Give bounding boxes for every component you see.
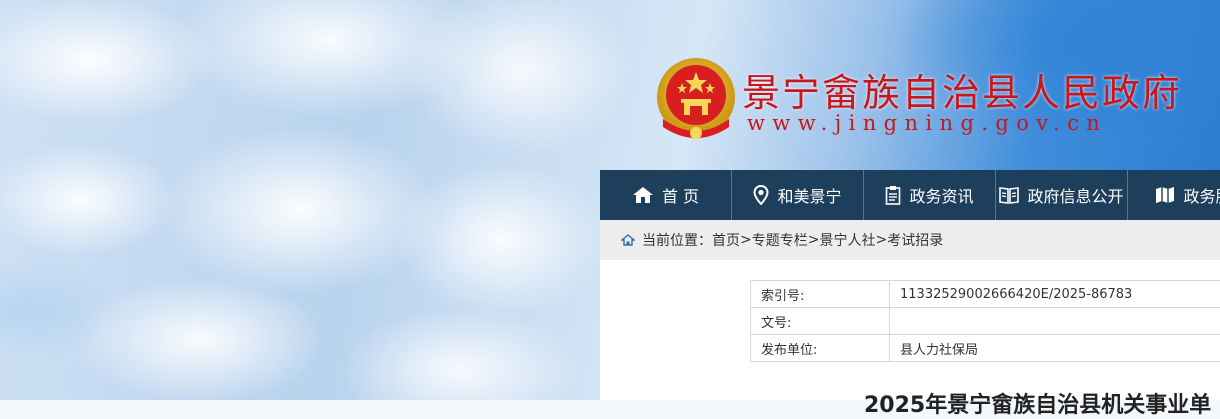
breadcrumb: 当前位置： 首页 > 专题专栏 > 景宁人社 > 考试招录 [600,220,1220,260]
meta-label: 发布单位: [751,335,890,362]
meta-label: 文号: [751,308,890,335]
breadcrumb-prefix: 当前位置： [642,230,712,250]
meta-value: 11332529002666420E/2025-86783 [890,281,1220,308]
nav-item-label: 和美景宁 [777,183,841,207]
clipboard-icon [885,185,901,205]
breadcrumb-separator: > [740,232,752,248]
nav-item-info-disclosure[interactable]: 政府信息公开 [996,170,1128,220]
table-row: 索引号: 11332529002666420E/2025-86783 [751,281,1220,308]
breadcrumb-separator: > [808,232,820,248]
location-pin-icon [753,185,769,205]
breadcrumb-separator: > [875,232,887,248]
nav-item-services[interactable]: 政务服 [1128,170,1220,220]
nav-item-label: 政府信息公开 [1027,183,1123,207]
nav-item-label: 政务资讯 [909,183,973,207]
open-book-icon [999,186,1019,204]
nav-item-hemei-jingning[interactable]: 和美景宁 [732,170,864,220]
site-url[interactable]: www.jingning.gov.cn [747,111,1107,135]
breadcrumb-link-exam[interactable]: 考试招录 [887,230,943,250]
article-content: 索引号: 11332529002666420E/2025-86783 文号: 发… [600,260,1220,400]
home-outline-icon [621,234,635,246]
map-icon [1155,186,1175,204]
nav-item-label: 政务服 [1183,183,1220,207]
main-nav: 首 页 和美景宁 政务资讯 政府信息公开 [600,170,1220,220]
site-title[interactable]: 景宁畲族自治县人民政府 [742,62,1182,117]
nav-item-label: 首 页 [662,183,699,207]
breadcrumb-link-jingning-hrss[interactable]: 景宁人社 [819,230,875,250]
nav-item-home[interactable]: 首 页 [600,170,732,220]
home-icon [632,186,654,204]
document-meta-table: 索引号: 11332529002666420E/2025-86783 文号: 发… [750,280,1220,362]
meta-value [890,308,1220,335]
table-row: 文号: [751,308,1220,335]
nav-item-news[interactable]: 政务资讯 [864,170,996,220]
meta-value: 县人力社保局 [890,335,1220,362]
breadcrumb-link-special[interactable]: 专题专栏 [752,230,808,250]
table-row: 发布单位: 县人力社保局 [751,335,1220,362]
national-emblem-icon [655,57,737,145]
meta-label: 索引号: [751,281,890,308]
breadcrumb-link-home[interactable]: 首页 [712,230,740,250]
article-title: 2025年景宁畲族自治县机关事业单 [864,387,1211,419]
